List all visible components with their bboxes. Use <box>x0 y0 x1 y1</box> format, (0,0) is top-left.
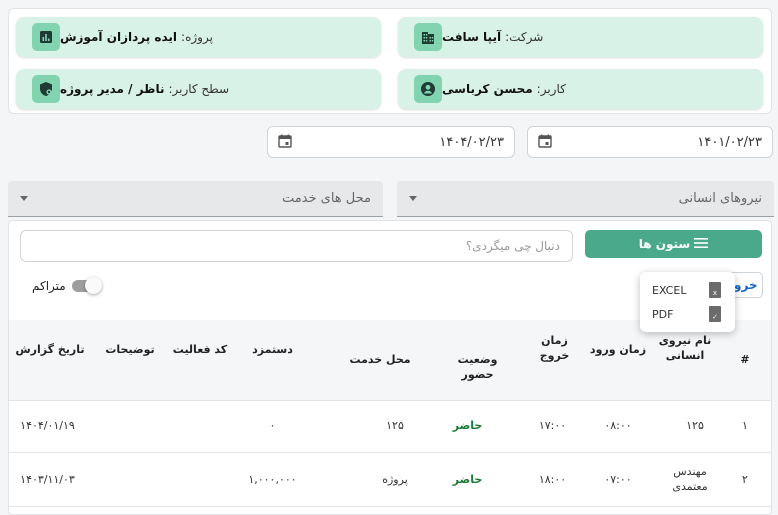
calendar-icon[interactable] <box>278 134 292 151</box>
cumulative-toggle[interactable]: متراکم <box>32 277 102 294</box>
project-card: پروژه:ایده پردازان آموزش <box>16 17 381 57</box>
cell-exit-time: ۱۸:۰۰ <box>538 473 567 486</box>
cell-report-date: ۱۴۰۴/۰۱/۱۹ <box>20 419 75 432</box>
header-workforce-name[interactable]: نام نیروی انسانی <box>655 333 715 363</box>
cell-service-location: پروژه <box>382 473 408 486</box>
to-date-value: ۱۴۰۴/۰۲/۲۳ <box>439 134 504 150</box>
pdf-file-icon: ✓ <box>709 306 721 322</box>
access-level-card: سطح کاربر:ناظر / مدیر پروژه <box>16 69 381 109</box>
columns-button[interactable]: ستون ها <box>585 230 762 258</box>
cell-exit-time: ۱۷:۰۰ <box>538 419 567 432</box>
header-exit-time[interactable]: زمان خروج <box>532 333 577 363</box>
cell-index: ۱ <box>742 419 748 432</box>
cell-entry-time: ۰۸:۰۰ <box>604 419 632 432</box>
search-input[interactable] <box>33 239 560 253</box>
header-index[interactable]: # <box>735 352 755 367</box>
cell-workforce-name: مهندس معتمدی <box>672 465 708 493</box>
workforce-select[interactable]: نیروهای انسانی <box>397 181 774 217</box>
menu-icon <box>694 237 709 252</box>
building-icon <box>414 23 442 51</box>
to-date-input[interactable]: ۱۴۰۴/۰۲/۲۳ <box>267 126 515 158</box>
header-description[interactable]: توضیحات <box>100 342 160 357</box>
shield-icon <box>32 75 60 103</box>
calendar-icon[interactable] <box>538 134 552 151</box>
from-date-input[interactable]: ۱۴۰۱/۰۲/۲۳ <box>527 126 773 158</box>
export-menu: EXCEL x PDF ✓ <box>640 272 735 332</box>
project-label: پروژه: <box>181 30 213 44</box>
company-label: شرکت: <box>505 30 544 44</box>
chart-icon <box>32 23 60 51</box>
access-label: سطح کاربر: <box>168 82 230 96</box>
header-service-location[interactable]: محل خدمت <box>345 352 415 367</box>
service-location-select[interactable]: محل های خدمت <box>8 181 383 217</box>
header-activity-code[interactable]: کد فعالیت <box>170 342 230 357</box>
user-label: کاربر: <box>536 82 566 96</box>
cell-attendance-status: حاضر <box>452 419 483 432</box>
cell-report-date: ۱۴۰۳/۱۱/۰۳ <box>20 473 75 486</box>
header-attendance-status[interactable]: وضعیت حضور <box>440 352 515 382</box>
chevron-down-icon <box>409 196 417 201</box>
info-panel: شرکت:آیپا سافت پروژه:ایده پردازان آموزش … <box>8 8 772 114</box>
project-value: ایده پردازان آموزش <box>60 30 178 44</box>
cell-wage: ۱,۰۰۰,۰۰۰ <box>248 473 297 486</box>
export-pdf-item[interactable]: PDF ✓ <box>640 303 735 325</box>
cell-index: ۲ <box>742 473 748 486</box>
cell-workforce-name: ۱۲۵ <box>686 419 704 432</box>
header-wage[interactable]: دستمزد <box>245 342 300 357</box>
search-input-box[interactable] <box>20 230 573 262</box>
cell-wage: ۰ <box>269 419 276 432</box>
cell-entry-time: ۰۷:۰۰ <box>604 473 632 486</box>
from-date-value: ۱۴۰۱/۰۲/۲۳ <box>697 134 762 150</box>
export-excel-item[interactable]: EXCEL x <box>640 279 735 301</box>
cell-attendance-status: حاضر <box>452 473 483 486</box>
header-entry-time[interactable]: زمان ورود <box>588 342 648 357</box>
toggle-switch[interactable] <box>71 277 102 294</box>
header-report-date[interactable]: تاریخ گزارش <box>15 342 85 357</box>
user-value: محسن کرباسی <box>442 82 533 96</box>
company-card: شرکت:آیپا سافت <box>398 17 763 57</box>
access-value: ناظر / مدیر پروژه <box>60 82 165 96</box>
company-value: آیپا سافت <box>442 30 502 44</box>
chevron-down-icon <box>20 196 28 201</box>
excel-file-icon: x <box>709 282 721 298</box>
user-icon <box>414 75 442 103</box>
cumulative-label: متراکم <box>32 279 66 293</box>
cell-service-location: ۱۲۵ <box>386 419 404 432</box>
user-card: کاربر:محسن کرباسی <box>398 69 763 109</box>
